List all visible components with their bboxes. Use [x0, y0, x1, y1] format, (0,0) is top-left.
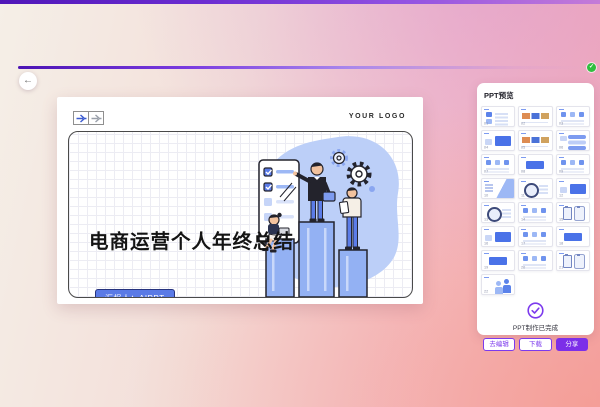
slide-thumbnail[interactable]: 02 — [518, 106, 552, 127]
thumbnail-logo-mark — [521, 229, 526, 231]
thumbnail-page-number: 03 — [559, 121, 563, 126]
thumbnail-logo-mark — [521, 133, 526, 135]
thumbnail-page-number: 16 — [484, 241, 488, 246]
slide-thumbnail[interactable]: 21 — [556, 250, 590, 271]
thumbnail-logo-mark — [559, 229, 564, 231]
slide-thumbnail[interactable]: 18 — [556, 226, 590, 247]
thumbnail-logo-mark — [559, 205, 564, 207]
slide-thumbnail[interactable]: 03 — [556, 106, 590, 127]
thumbnail-page-number: 14 — [521, 217, 525, 222]
thumbnail-logo-mark — [484, 253, 489, 255]
plane-icon — [88, 111, 104, 125]
slide-thumbnail[interactable]: 16 — [481, 226, 515, 247]
edit-button[interactable]: 去编辑 — [483, 338, 515, 351]
panel-title: PPT预览 — [477, 83, 594, 106]
slide-thumbnail[interactable]: 15 — [556, 202, 590, 223]
complete-check-icon — [527, 302, 544, 319]
thumbnail-logo-mark — [559, 133, 564, 135]
slide-thumbnail[interactable]: 07 — [481, 154, 515, 175]
slide-logo-text: YOUR LOGO — [349, 113, 406, 120]
thumbnail-logo-mark — [484, 157, 489, 159]
thumbnail-page-number: 15 — [559, 217, 563, 222]
thumbnail-page-number: 11 — [521, 193, 525, 198]
thumbnail-page-number: 02 — [521, 121, 525, 126]
back-button[interactable]: ← — [19, 72, 37, 90]
thumbnail-logo-mark — [484, 205, 489, 207]
ppt-preview-panel: PPT预览 01 02 03 04 05 06 07 08 09 10 11 12 13 14 15 16 17… — [477, 83, 594, 335]
thumbnail-logo-mark — [521, 253, 526, 255]
thumbnail-logo-mark — [559, 253, 564, 255]
top-gradient-bar — [0, 0, 600, 4]
thumbnail-page-number: 19 — [484, 265, 488, 270]
download-button[interactable]: 下载 — [519, 338, 551, 351]
thumbnail-logo-mark — [484, 133, 489, 135]
slide-thumbnail[interactable]: 22 — [481, 274, 515, 295]
thumbnail-logo-mark — [484, 229, 489, 231]
slide-thumbnail[interactable]: 14 — [518, 202, 552, 223]
slide-thumbnail[interactable]: 11 — [518, 178, 552, 199]
slide-thumbnail[interactable]: 17 — [518, 226, 552, 247]
thumbnail-page-number: 18 — [559, 241, 563, 246]
thumbnail-page-number: 05 — [521, 145, 525, 150]
slide-preview: YOUR LOGO — [57, 97, 423, 304]
slide-thumbnail[interactable]: 01 — [481, 106, 515, 127]
thumbnail-grid: 01 02 03 04 05 06 07 08 09 10 11 12 13 14 15 16 17 18 19 20… — [481, 106, 590, 295]
slide-thumbnail[interactable]: 08 — [518, 154, 552, 175]
slide-thumbnail[interactable]: 06 — [556, 130, 590, 151]
thumbnail-page-number: 13 — [484, 217, 488, 222]
slide-thumbnail[interactable]: 04 — [481, 130, 515, 151]
thumbnail-logo-mark — [484, 277, 489, 279]
thumbnail-page-number: 08 — [521, 169, 525, 174]
slide-thumbnail[interactable]: 09 — [556, 154, 590, 175]
thumbnail-logo-mark — [521, 109, 526, 111]
action-buttons: 去编辑 下载 分享 — [483, 338, 588, 351]
thumbnail-page-number: 20 — [521, 265, 525, 270]
thumbnail-logo-mark — [484, 181, 489, 183]
complete-status-text: PPT制作已完成 — [477, 322, 594, 332]
slide-thumbnail[interactable]: 05 — [518, 130, 552, 151]
plane-icons-group — [73, 111, 104, 125]
generation-progress-bar — [18, 66, 584, 69]
thumbnail-page-number: 04 — [484, 145, 488, 150]
slide-title: 电商运营个人年终总结 — [89, 225, 294, 254]
thumbnail-page-number: 21 — [559, 265, 563, 270]
thumbnail-page-number: 07 — [484, 169, 488, 174]
thumbnail-logo-mark — [559, 157, 564, 159]
thumbnail-logo-mark — [521, 157, 526, 159]
presenter-badge: 汇报人：AIPPT — [95, 289, 175, 298]
slide-thumbnail[interactable]: 19 — [481, 250, 515, 271]
slide-canvas: 电商运营个人年终总结 汇报人：AIPPT — [68, 131, 413, 298]
thumbnail-page-number: 06 — [559, 145, 563, 150]
thumbnail-logo-mark — [521, 205, 526, 207]
business-chart-illustration — [238, 131, 413, 297]
slide-thumbnail[interactable]: 13 — [481, 202, 515, 223]
share-button[interactable]: 分享 — [556, 338, 588, 351]
progress-complete-icon: ✓ — [587, 63, 596, 72]
thumbnail-logo-mark — [559, 109, 564, 111]
thumbnail-page-number: 22 — [484, 289, 488, 294]
thumbnail-page-number: 09 — [559, 169, 563, 174]
slide-thumbnail[interactable]: 20 — [518, 250, 552, 271]
thumbnail-page-number: 10 — [484, 193, 488, 198]
thumbnail-logo-mark — [559, 181, 564, 183]
thumbnail-page-number: 12 — [559, 193, 563, 198]
thumbnail-logo-mark — [521, 181, 526, 183]
panel-footer: PPT制作已完成 去编辑 下载 分享 — [477, 302, 594, 351]
thumbnail-page-number: 17 — [521, 241, 525, 246]
slide-thumbnail[interactable]: 10 — [481, 178, 515, 199]
plane-icon — [73, 111, 89, 125]
slide-thumbnail[interactable]: 12 — [556, 178, 590, 199]
app-background: { "window": { "back_label": "←" }, "prog… — [0, 0, 600, 407]
thumbnail-logo-mark — [484, 109, 489, 111]
thumbnail-page-number: 01 — [484, 121, 488, 126]
